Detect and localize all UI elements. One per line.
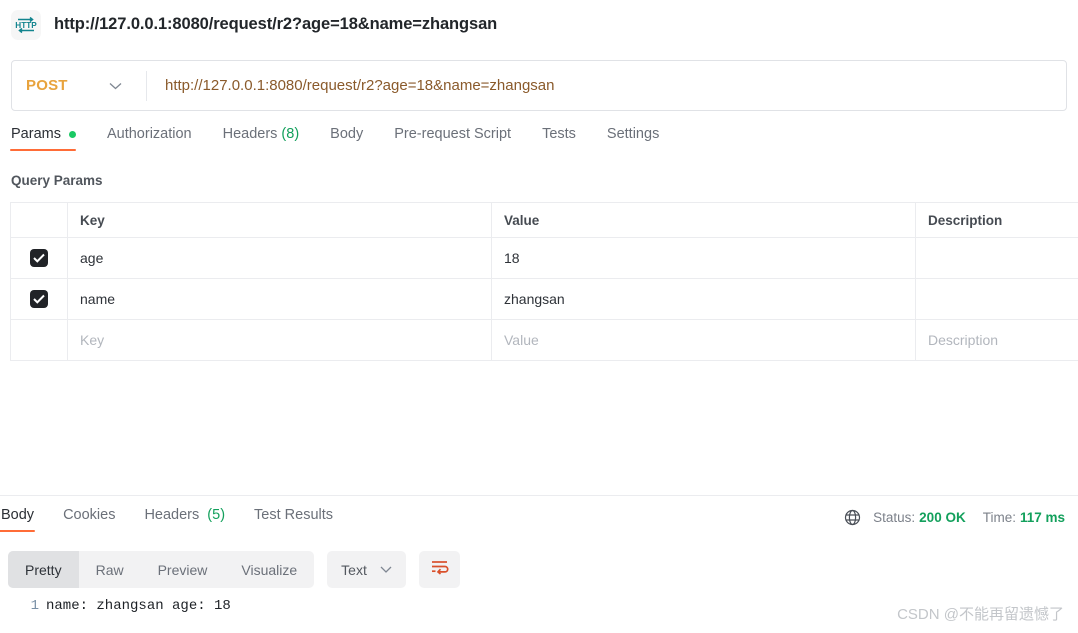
header-checkbox-cell — [11, 203, 68, 237]
response-tab-test-results[interactable]: Test Results — [254, 507, 333, 532]
tab-tests[interactable]: Tests — [542, 126, 576, 151]
tab-authorization-label: Authorization — [106, 126, 192, 142]
response-body-line[interactable]: name: zhangsan age: 18 — [46, 598, 231, 614]
tab-pre-request-script-label: Pre-request Script — [394, 126, 512, 142]
response-tab-headers-label: Headers — [144, 507, 200, 523]
tab-body-label: Body — [330, 126, 364, 142]
empty-row-description[interactable]: Description — [916, 320, 1078, 360]
header-value: Value — [492, 203, 916, 237]
tab-pre-request-script[interactable]: Pre-request Script — [394, 126, 511, 151]
response-tab-body[interactable]: Body — [0, 507, 36, 532]
watermark: CSDN @不能再留遗憾了 — [897, 606, 1064, 623]
tab-params[interactable]: Params — [10, 126, 76, 151]
time-label: Time: — [982, 510, 1016, 525]
response-format-label: Text — [341, 561, 367, 578]
empty-row-value[interactable]: Value — [492, 320, 916, 360]
tab-body[interactable]: Body — [330, 126, 363, 151]
tab-authorization[interactable]: Authorization — [107, 126, 192, 151]
tab-settings[interactable]: Settings — [607, 126, 659, 151]
view-mode-visualize[interactable]: Visualize — [224, 551, 314, 588]
row-key[interactable]: name — [68, 279, 492, 319]
status-badge[interactable]: 200 OK — [919, 510, 966, 525]
table-header-row: Key Value Description — [11, 203, 1078, 238]
time-value[interactable]: 117 ms — [1020, 510, 1065, 525]
response-status-area: Status: 200 OK Time: 117 ms — [844, 509, 1065, 526]
query-params-title: Query Params — [11, 173, 103, 188]
request-tab-bar: Params Authorization Headers (8) Body Pr… — [10, 126, 1071, 160]
http-method-label: POST — [26, 77, 68, 94]
checkbox-checked-icon[interactable] — [30, 249, 48, 267]
response-tab-cookies-label: Cookies — [63, 507, 116, 523]
url-input[interactable]: http://127.0.0.1:8080/request/r2?age=18&… — [147, 61, 1066, 110]
view-mode-group: Pretty Raw Preview Visualize — [8, 551, 315, 588]
word-wrap-icon — [430, 559, 449, 580]
empty-row-key[interactable]: Key — [68, 320, 492, 360]
chevron-down-icon — [380, 566, 392, 573]
view-mode-preview[interactable]: Preview — [141, 551, 225, 588]
status-label: Status: — [873, 510, 916, 525]
word-wrap-toggle[interactable] — [418, 551, 460, 588]
row-value[interactable]: 18 — [492, 238, 916, 278]
table-row: age 18 — [11, 238, 1078, 279]
response-tab-cookies[interactable]: Cookies — [63, 507, 115, 532]
response-tab-headers[interactable]: Headers (5) — [144, 507, 225, 532]
response-tab-bar: Body Cookies Headers (5) Test Results — [0, 507, 362, 532]
response-format-select[interactable]: Text — [327, 551, 406, 588]
response-tab-headers-count: (5) — [207, 507, 226, 523]
header-description: Description — [916, 203, 1078, 237]
page-title: http://127.0.0.1:8080/request/r2?age=18&… — [54, 15, 498, 33]
tab-headers[interactable]: Headers (8) — [223, 126, 300, 151]
request-url-bar: POST http://127.0.0.1:8080/request/r2?ag… — [11, 60, 1067, 111]
row-value[interactable]: zhangsan — [492, 279, 916, 319]
row-description[interactable] — [916, 279, 1078, 319]
query-params-table: Key Value Description age 18 name zhangs… — [10, 202, 1078, 361]
row-checkbox-cell[interactable] — [11, 279, 68, 319]
row-key[interactable]: age — [68, 238, 492, 278]
empty-row-checkbox-cell[interactable] — [11, 320, 68, 360]
row-checkbox-cell[interactable] — [11, 238, 68, 278]
http-method-select[interactable]: POST — [12, 61, 146, 110]
response-divider — [0, 495, 1078, 496]
globe-icon — [844, 509, 861, 526]
tab-settings-label: Settings — [606, 126, 660, 142]
tab-params-label: Params — [11, 126, 61, 142]
line-number: 1 — [30, 598, 39, 614]
row-description[interactable] — [916, 238, 1078, 278]
response-tab-test-results-label: Test Results — [254, 507, 334, 523]
response-body-toolbar: Pretty Raw Preview Visualize Text — [8, 551, 460, 588]
tab-headers-label: Headers — [222, 126, 278, 142]
http-protocol-icon: HTTP — [11, 9, 41, 40]
params-modified-dot-icon — [68, 130, 76, 138]
tab-tests-label: Tests — [542, 126, 576, 142]
header-key: Key — [68, 203, 492, 237]
svg-text:HTTP: HTTP — [15, 21, 37, 30]
table-row: name zhangsan — [11, 279, 1078, 320]
checkbox-checked-icon[interactable] — [30, 290, 48, 308]
chevron-down-icon — [109, 77, 122, 95]
view-mode-pretty[interactable]: Pretty — [8, 551, 79, 588]
table-row-empty: Key Value Description — [11, 320, 1078, 361]
tab-headers-count: (8) — [281, 126, 300, 142]
view-mode-raw[interactable]: Raw — [79, 551, 141, 588]
response-tab-body-label: Body — [1, 507, 35, 523]
title-bar: HTTP http://127.0.0.1:8080/request/r2?ag… — [0, 0, 1078, 49]
